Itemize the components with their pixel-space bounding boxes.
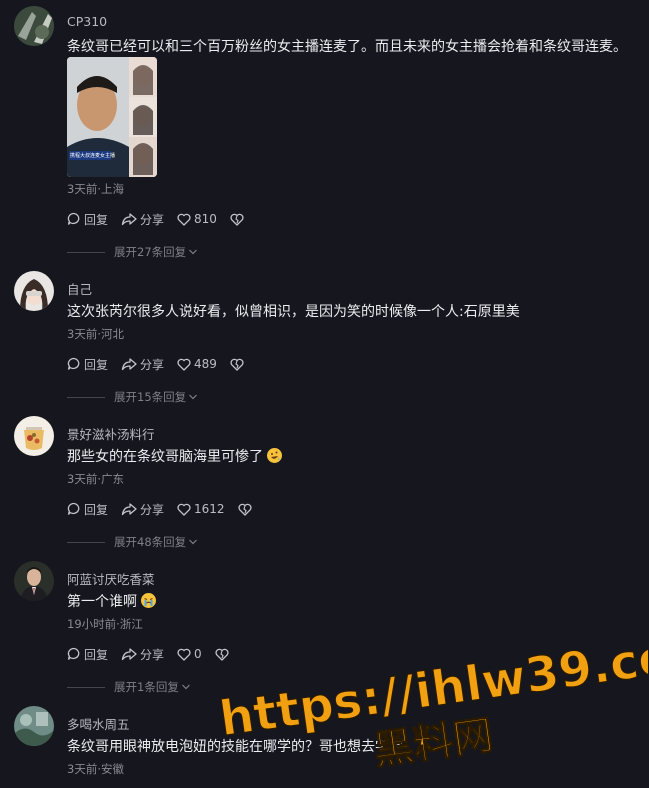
comment-image[interactable]: 携程大叔连麦女主播 [67, 57, 157, 177]
comment-meta: 3天前·安徽 [67, 762, 124, 776]
broken-heart-icon [230, 213, 244, 226]
share-button[interactable]: 分享 [121, 211, 164, 228]
avatar[interactable] [14, 416, 54, 456]
share-label: 分享 [140, 212, 165, 227]
share-button[interactable]: 分享 [121, 501, 164, 518]
reply-button[interactable]: 回复 [67, 356, 108, 373]
share-icon [121, 503, 137, 516]
expand-replies-label: 展开48条回复 [114, 535, 187, 549]
dislike-button[interactable] [238, 503, 255, 516]
chevron-down-icon [189, 249, 198, 255]
reply-label: 回复 [84, 647, 109, 662]
dislike-button[interactable] [230, 213, 247, 226]
like-count: 0 [194, 647, 202, 661]
chevron-down-icon [181, 684, 190, 690]
reply-button[interactable]: 回复 [67, 211, 108, 228]
reply-icon [67, 647, 80, 660]
divider [67, 686, 105, 688]
heart-icon [177, 213, 191, 226]
comment-meta: 3天前·广东 [67, 472, 124, 486]
share-button[interactable]: 分享 [121, 646, 164, 663]
expand-replies-label: 展开27条回复 [114, 245, 187, 259]
rolling-laughing-emoji-icon [267, 448, 282, 463]
reply-icon [67, 357, 80, 370]
username[interactable]: 景好滋补汤料行 [67, 424, 155, 443]
comment-text: 那些女的在条纹哥脑海里可惨了 [67, 448, 282, 466]
comment-actions: 回复 分享 810 [67, 210, 260, 228]
broken-heart-icon [215, 648, 229, 661]
avatar[interactable] [14, 6, 54, 46]
expand-replies[interactable]: 展开15条回复 [67, 389, 198, 405]
username[interactable]: 多喝水周五 [67, 714, 130, 733]
heart-icon [177, 358, 191, 371]
chevron-down-icon [189, 394, 198, 400]
broken-heart-icon [238, 503, 252, 516]
like-count: 1612 [194, 502, 225, 516]
avatar[interactable] [14, 706, 54, 746]
chevron-down-icon [189, 539, 198, 545]
divider [67, 541, 105, 543]
comment-text-content: 第一个谁啊 [67, 594, 137, 610]
share-button[interactable]: 分享 [121, 356, 164, 373]
reply-button[interactable]: 回复 [67, 501, 108, 518]
comment-text-content: 那些女的在条纹哥脑海里可惨了 [67, 449, 263, 465]
share-icon [121, 358, 137, 371]
share-icon [121, 648, 137, 661]
reply-button[interactable]: 回复 [67, 646, 108, 663]
reply-icon [67, 502, 80, 515]
watermark-url: https://ihlw39.com [218, 640, 648, 748]
heart-icon [177, 648, 191, 661]
comment-meta: 3天前·河北 [67, 327, 124, 341]
dislike-button[interactable] [215, 648, 232, 661]
avatar[interactable] [14, 271, 54, 311]
expand-replies[interactable]: 展开48条回复 [67, 534, 198, 550]
like-count: 810 [194, 212, 217, 226]
heart-icon [177, 503, 191, 516]
share-label: 分享 [140, 357, 165, 372]
comment-actions: 回复 分享 0 [67, 645, 245, 663]
broken-heart-icon [230, 358, 244, 371]
share-label: 分享 [140, 647, 165, 662]
dislike-button[interactable] [230, 358, 247, 371]
expand-replies-label: 展开1条回复 [114, 680, 179, 694]
like-button[interactable]: 1612 [177, 502, 225, 516]
comment-text: 条纹哥已经可以和三个百万粉丝的女主播连麦了。而且未来的女主播会抢着和条纹哥连麦。 [67, 39, 627, 55]
divider [67, 396, 105, 398]
like-button[interactable]: 810 [177, 212, 217, 226]
like-count: 489 [194, 357, 217, 371]
divider [67, 251, 105, 253]
username[interactable]: CP310 [67, 14, 107, 29]
comment-actions: 回复 分享 489 [67, 355, 260, 373]
avatar[interactable] [14, 561, 54, 601]
comment-meta: 19小时前·浙江 [67, 617, 143, 631]
image-caption: 携程大叔连麦女主播 [70, 153, 116, 159]
expand-replies[interactable]: 展开1条回复 [67, 679, 191, 695]
reply-label: 回复 [84, 212, 109, 227]
username[interactable]: 自己 [67, 279, 92, 298]
expand-replies[interactable]: 展开27条回复 [67, 244, 198, 260]
reply-label: 回复 [84, 502, 109, 517]
crying-emoji-icon [141, 593, 156, 608]
share-label: 分享 [140, 502, 165, 517]
like-button[interactable]: 489 [177, 357, 217, 371]
like-button[interactable]: 0 [177, 647, 202, 661]
comment-actions: 回复 分享 1612 [67, 500, 268, 518]
reply-label: 回复 [84, 357, 109, 372]
expand-replies-label: 展开15条回复 [114, 390, 187, 404]
username[interactable]: 阿蓝讨厌吃香菜 [67, 569, 155, 588]
comment-text: 第一个谁啊 [67, 593, 156, 611]
comment-text: 条纹哥用眼神放电泡妞的技能在哪学的？哥也想去学学 [67, 739, 403, 755]
comment-text: 这次张芮尔很多人说好看，似曾相识，是因为笑的时候像一个人:石原里美 [67, 304, 520, 320]
comment-meta: 3天前·上海 [67, 182, 124, 196]
share-icon [121, 213, 137, 226]
reply-icon [67, 212, 80, 225]
